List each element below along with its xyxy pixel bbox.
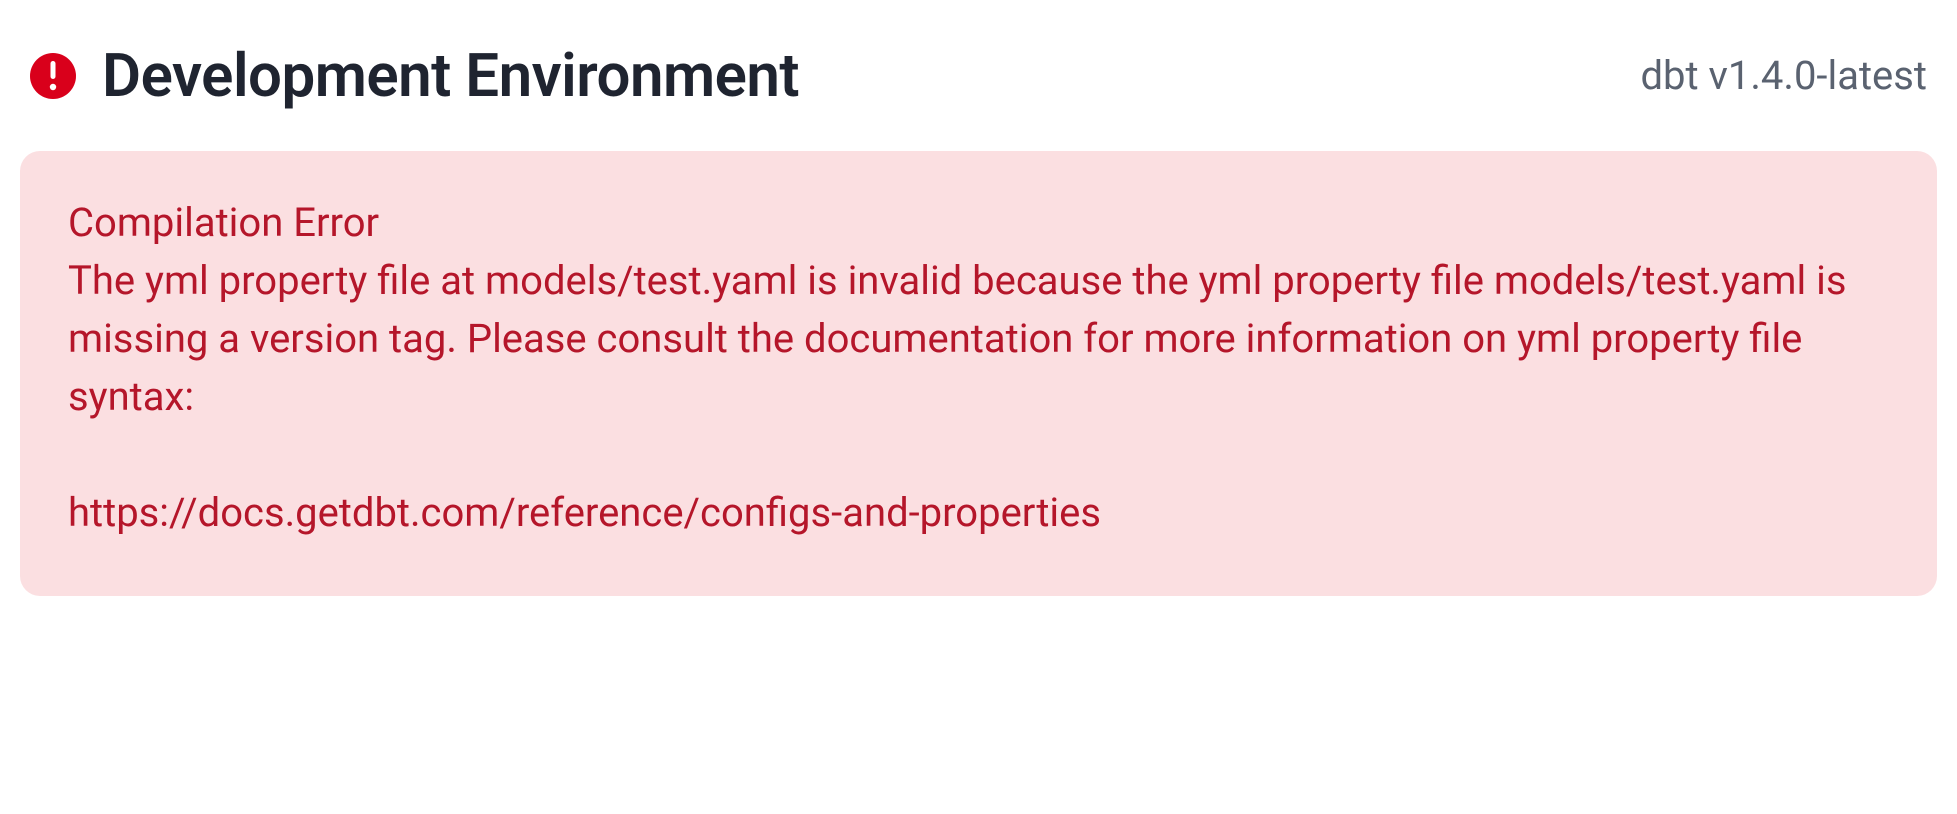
- header-row: Development Environment dbt v1.4.0-lates…: [20, 40, 1937, 111]
- error-title: Compilation Error: [68, 199, 1889, 246]
- version-label: dbt v1.4.0-latest: [1640, 52, 1927, 99]
- error-exclamation-icon: [30, 53, 76, 99]
- error-panel: Compilation Error The yml property file …: [20, 151, 1937, 596]
- header-left: Development Environment: [30, 40, 799, 111]
- page-title: Development Environment: [102, 40, 799, 111]
- error-message: The yml property file at models/test.yam…: [68, 252, 1889, 542]
